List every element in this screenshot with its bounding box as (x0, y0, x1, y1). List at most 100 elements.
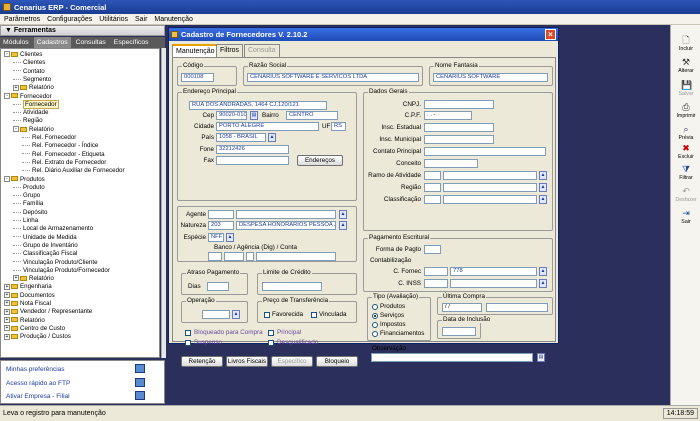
tab-filtros[interactable]: Filtros (216, 44, 244, 57)
especifico-button[interactable]: Específico (271, 356, 313, 367)
natureza-lookup-icon[interactable]: ▲ (339, 221, 347, 230)
tab-consulta[interactable]: Consulta (244, 44, 280, 57)
classificacao-lookup-icon[interactable]: ▲ (539, 195, 547, 204)
retencao-button[interactable]: Retenção (181, 356, 223, 367)
collapse-icon[interactable]: - (13, 126, 19, 133)
tree-folder[interactable]: + Produção / Custos (4, 333, 71, 341)
natureza-code-input[interactable]: 203 (208, 221, 234, 230)
tree-folder[interactable]: + Documentos (4, 292, 55, 300)
bloqueio-button[interactable]: Bloqueio (316, 356, 358, 367)
expand-icon[interactable]: + (4, 316, 10, 323)
vinculada-checkbox[interactable] (311, 312, 317, 318)
ultima-compra-value-input[interactable] (486, 303, 548, 312)
tree-folder[interactable]: + Nota Fiscal (4, 300, 51, 308)
regiao-lookup-icon[interactable]: ▲ (539, 183, 547, 192)
menu-configuracoes[interactable]: Configurações (47, 14, 92, 25)
tab-especificos[interactable]: Específicos (111, 37, 152, 48)
tree-item[interactable]: Linha (13, 217, 38, 225)
close-icon[interactable]: × (545, 29, 556, 40)
agente-desc-input[interactable] (236, 210, 336, 219)
expand-icon[interactable]: + (4, 300, 10, 307)
razao-input[interactable]: CENARIUS SOFTWARE E SERVICOS LTDA (247, 73, 419, 82)
tree-folder[interactable]: - Relatório (13, 126, 54, 134)
tree-folder[interactable]: + Engenharia (4, 283, 52, 291)
pais-lookup-icon[interactable]: ▲ (268, 133, 276, 142)
panel-splitter[interactable] (161, 48, 166, 358)
forma-pagto-input[interactable] (424, 245, 441, 254)
tree-folder[interactable]: + Vendedor / Representante (4, 308, 92, 316)
favorecida-checkbox[interactable] (264, 312, 270, 318)
operacao-input[interactable] (202, 310, 230, 319)
agente-lookup-icon[interactable]: ▲ (339, 210, 347, 219)
fax-input[interactable] (216, 156, 289, 165)
tree-folder[interactable]: + Relatório (13, 275, 54, 283)
toolbar-imprimir-button[interactable]: ⎙ Imprimir (672, 102, 700, 119)
tree-item[interactable]: Rel. Fornecedor (22, 134, 76, 142)
suspenso-checkbox[interactable] (185, 340, 191, 346)
especie-input[interactable]: NFF (208, 233, 224, 242)
expand-icon[interactable]: + (4, 292, 10, 299)
tree-item[interactable]: Vinculação Produto/Fornecedor (13, 267, 110, 275)
limite-input[interactable] (262, 282, 322, 291)
tree-item[interactable]: Rel. Extrato de Fornecedor (22, 159, 106, 167)
expand-icon[interactable]: + (4, 325, 10, 332)
ramo-desc-input[interactable] (443, 171, 537, 180)
tools-header[interactable]: ▼ Ferramentas (0, 25, 165, 36)
menu-sair[interactable]: Sair (135, 14, 147, 25)
collapse-icon[interactable]: - (4, 51, 10, 58)
c-fornec-input[interactable]: 778 (450, 267, 537, 276)
tree-item[interactable]: Depósito (13, 209, 47, 217)
codigo-input[interactable]: 000108 (181, 73, 214, 82)
menu-manutencao[interactable]: Manutenção (154, 14, 193, 25)
tree-item[interactable]: Clientes (13, 59, 45, 67)
data-inclusao-input[interactable] (442, 327, 476, 336)
notes-icon[interactable]: ▤ (537, 353, 545, 362)
natureza-desc-input[interactable]: DESPESA HONORARIOS PESSOA J (236, 221, 336, 230)
menu-utilitarios[interactable]: Utilitários (99, 14, 128, 25)
tree-item[interactable]: Vinculação Produto/Cliente (13, 259, 98, 267)
c-inss-input[interactable] (450, 279, 537, 288)
c-fornec-code-input[interactable] (424, 267, 448, 276)
cpf-input[interactable]: . . - (424, 111, 472, 120)
dias-input[interactable] (207, 282, 229, 291)
pais-input[interactable]: 1058 - BRASIL (216, 133, 266, 142)
cidade-input[interactable]: PORTO ALEGRE (216, 122, 319, 131)
tipo-financiamentos-radio[interactable] (372, 331, 378, 337)
classificacao-code-input[interactable] (424, 195, 441, 204)
c-inss-code-input[interactable] (424, 279, 448, 288)
especie-lookup-icon[interactable]: ▲ (226, 233, 234, 242)
tree-item[interactable]: Rel. Fornecedor - Etiqueta (22, 151, 105, 159)
toolbar-alterar-button[interactable]: ⚒ Alterar (672, 57, 700, 74)
cep-search-icon[interactable]: ▤ (250, 111, 258, 120)
tree-item[interactable]: Rel. Fornecedor - Índice (22, 142, 98, 150)
tipo-produtos-radio[interactable] (372, 304, 378, 310)
tree-item[interactable]: Rel. Diário Auxiliar de Fornecedor (22, 167, 125, 175)
tipo-impostos-radio[interactable] (372, 322, 378, 328)
cnpj-input[interactable] (424, 100, 494, 109)
quick-link-empresa[interactable]: Ativar Empresa - Filial (6, 393, 70, 400)
enderecos-button[interactable]: Endereços (297, 155, 343, 166)
uf-input[interactable]: RS (331, 122, 346, 131)
tree-item[interactable]: Região (13, 117, 43, 125)
livros-fiscais-button[interactable]: Livros Fiscais (226, 356, 268, 367)
tree-item[interactable]: Grupo de Inventário (13, 242, 78, 250)
conceito-input[interactable] (424, 159, 478, 168)
ramo-code-input[interactable] (424, 171, 441, 180)
menu-parametros[interactable]: Parâmetros (4, 14, 40, 25)
insc-municipal-input[interactable] (424, 135, 494, 144)
toolbar-sair-button[interactable]: ⇥ Sair (672, 208, 700, 225)
expand-icon[interactable]: + (4, 308, 10, 315)
expand-icon[interactable]: + (4, 283, 10, 290)
tree-item[interactable]: Unidade de Medida (13, 234, 77, 242)
ultima-compra-date-input[interactable]: / / (442, 303, 482, 312)
bairro-input[interactable]: CENTRO (286, 111, 338, 120)
toolbar-incluir-button[interactable]: 🗋 Incluir (672, 35, 700, 52)
expand-icon[interactable]: + (4, 333, 10, 340)
tree-folder[interactable]: + Centro de Custo (4, 325, 65, 333)
collapse-icon[interactable]: - (4, 92, 10, 99)
banco-input[interactable] (208, 252, 222, 261)
contato-input[interactable] (424, 147, 546, 156)
regiao-desc-input[interactable] (443, 183, 537, 192)
ramo-lookup-icon[interactable]: ▲ (539, 171, 547, 180)
observacao-input[interactable] (371, 353, 533, 362)
